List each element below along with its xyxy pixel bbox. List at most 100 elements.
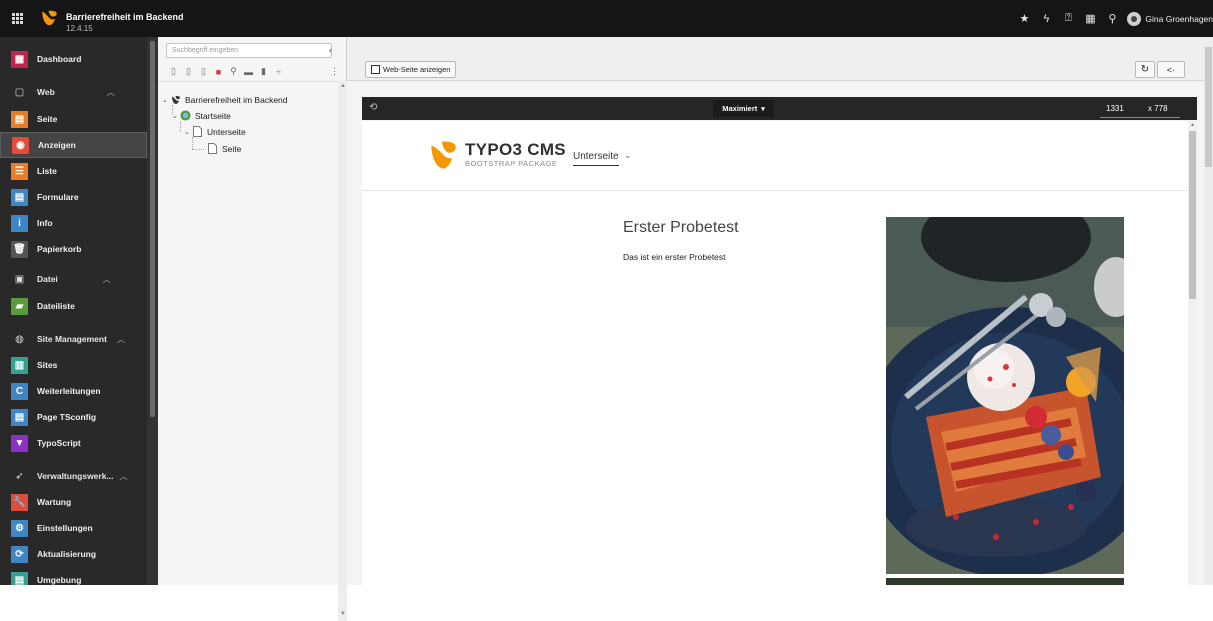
new-page-mount-icon[interactable]: ■: [211, 65, 226, 78]
group-datei[interactable]: ▣ Datei ︿: [0, 267, 147, 291]
page-paragraph: Das ist ein erster Probetest: [623, 252, 726, 262]
tree-connector: [180, 122, 181, 132]
module-label: TypoScript: [37, 438, 81, 448]
viewport-mode-dropdown[interactable]: Maximiert ▾: [713, 100, 774, 117]
group-web[interactable]: ▢ Web ︿: [0, 80, 147, 104]
site-nav-item[interactable]: Unterseite: [573, 151, 619, 166]
module-einstellungen[interactable]: ⚙ Einstellungen: [0, 515, 147, 541]
module-typoscript[interactable]: ▼ TypoScript: [0, 430, 147, 456]
tree-node-seite[interactable]: Seite: [207, 143, 241, 154]
chevron-down-icon[interactable]: ⌄: [172, 112, 180, 120]
new-page-special-icon[interactable]: ▯: [181, 65, 196, 78]
input-underline: [1100, 117, 1180, 118]
chevron-down-icon[interactable]: ⌄: [624, 150, 632, 161]
module-anzeigen[interactable]: ◉ Anzeigen: [0, 132, 147, 158]
user-menu[interactable]: Gina Groenhagen: [1127, 11, 1213, 26]
page-module-icon: ▤: [11, 110, 28, 128]
new-folder-icon[interactable]: ▬: [241, 65, 256, 78]
module-wartung[interactable]: 🔧 Wartung: [0, 489, 147, 515]
system-info-icon[interactable]: ▦: [1079, 0, 1101, 37]
module-label: Dashboard: [37, 54, 82, 64]
scroll-up-icon[interactable]: ▲: [1190, 122, 1195, 128]
module-menu-scrollbar[interactable]: [147, 37, 158, 585]
button-label: Web-Seite anzeigen: [383, 65, 451, 74]
share-button[interactable]: <·: [1157, 61, 1185, 78]
viewport-height-input[interactable]: x 778: [1148, 104, 1168, 113]
view-webpage-button[interactable]: Web-Seite anzeigen: [365, 61, 457, 78]
bookmark-star-icon[interactable]: ★: [1013, 0, 1035, 37]
module-menu-toggle[interactable]: [0, 0, 34, 37]
tree-node-label: Unterseite: [207, 126, 246, 137]
globe-icon: ◍: [15, 333, 24, 345]
tree-node-label: Barrierefreiheit im Backend: [185, 94, 288, 105]
preview-frame: TYPO3 CMS BOOTSTRAP PACKAGE Unterseite ⌄…: [362, 121, 1197, 585]
module-formulare[interactable]: ▤ Formulare: [0, 184, 147, 210]
typo3-logo[interactable]: [40, 9, 59, 27]
site-brand: TYPO3 CMS: [465, 140, 566, 159]
environment-icon: ▤: [11, 571, 28, 585]
group-label: Web: [37, 87, 55, 97]
module-dashboard[interactable]: ▦ Dashboard: [0, 46, 147, 72]
collapse-tree-icon[interactable]: ‹: [329, 45, 332, 55]
module-weiterleitungen[interactable]: C Weiterleitungen: [0, 378, 147, 404]
toolbar-right: ★ ϟ ⍰ ▦ ⚲ Gina Groenhagen: [1013, 0, 1213, 37]
redirect-icon: C: [11, 382, 28, 400]
module-papierkorb[interactable]: 🗑 Papierkorb: [0, 236, 147, 262]
sites-icon: ▥: [11, 356, 28, 374]
scrollbar-thumb[interactable]: [1205, 47, 1212, 167]
module-label: Einstellungen: [37, 523, 93, 533]
module-dateiliste[interactable]: ▰ Dateiliste: [0, 293, 147, 319]
share-icon: <·: [1166, 64, 1176, 75]
tree-node-root[interactable]: ⌄ Barrierefreiheit im Backend: [162, 94, 288, 105]
more-options-icon[interactable]: ⋮: [330, 66, 339, 77]
scroll-down-icon[interactable]: ▼: [340, 611, 346, 617]
scrollbar-thumb[interactable]: [150, 41, 155, 417]
module-liste[interactable]: ☰ Liste: [0, 158, 147, 184]
tree-node-startseite[interactable]: ⌄ Startseite: [172, 110, 231, 121]
group-verwaltungswerkzeuge[interactable]: ➶ Verwaltungswerk... ︿: [0, 464, 147, 488]
new-recycler-icon[interactable]: ▮: [256, 65, 271, 78]
group-site-management[interactable]: ◍ Site Management ︿: [0, 327, 147, 351]
module-menu: ▦ Dashboard ▢ Web ︿ ▤ Seite ◉ Anzeigen ☰…: [0, 37, 147, 585]
search-icon[interactable]: ⚲: [1101, 0, 1123, 37]
group-label: Datei: [37, 274, 58, 284]
module-page-tsconfig[interactable]: ▤ Page TSconfig: [0, 404, 147, 430]
chevron-up-icon: ︿: [119, 471, 128, 481]
chevron-down-icon[interactable]: ⌄: [184, 128, 192, 136]
site-header: TYPO3 CMS BOOTSTRAP PACKAGE Unterseite ⌄: [362, 121, 1188, 191]
page-icon: [207, 143, 218, 154]
scroll-up-icon[interactable]: ▲: [340, 83, 346, 89]
help-icon[interactable]: ⍰: [1057, 0, 1079, 37]
scrollbar-thumb[interactable]: [1189, 131, 1196, 299]
flash-icon[interactable]: ϟ: [1035, 0, 1057, 37]
module-umgebung[interactable]: ▤ Umgebung: [0, 567, 147, 585]
caret-down-icon: ▾: [761, 105, 765, 113]
content-area: Web-Seite anzeigen ↻ <· ⟲ Maximiert ▾ 13…: [347, 37, 1213, 585]
tree-node-unterseite[interactable]: ⌄ Unterseite: [184, 126, 246, 137]
new-page-shortcut-icon[interactable]: ▯: [196, 65, 211, 78]
tree-search-input[interactable]: Suchbegriff eingeben: [166, 43, 332, 58]
topbar: Barrierefreiheit im Backend 12.4.15 ★ ϟ …: [0, 0, 1213, 37]
reload-button[interactable]: ↻: [1135, 61, 1155, 78]
tree-scrollbar[interactable]: ▲ ▼: [338, 81, 347, 621]
group-label: Verwaltungswerk...: [37, 471, 114, 481]
site-name[interactable]: Barrierefreiheit im Backend: [66, 12, 184, 22]
chevron-down-icon[interactable]: ⌄: [162, 96, 170, 104]
new-divider-icon[interactable]: ÷: [271, 65, 286, 78]
new-link-icon[interactable]: ⚲: [226, 65, 241, 78]
page-icon: [192, 126, 203, 137]
preview-scrollbar[interactable]: ▲: [1188, 121, 1197, 585]
module-aktualisierung[interactable]: ⟳ Aktualisierung: [0, 541, 147, 567]
content-scrollbar[interactable]: [1204, 37, 1213, 585]
new-page-icon[interactable]: ▯: [166, 65, 181, 78]
refresh-icon[interactable]: ⟲: [369, 102, 377, 113]
module-info[interactable]: i Info: [0, 210, 147, 236]
chevron-up-icon: ︿: [106, 87, 115, 97]
module-sites[interactable]: ▥ Sites: [0, 352, 147, 378]
typo3-logo[interactable]: [430, 140, 457, 170]
viewport-width-input[interactable]: 1331: [1106, 104, 1124, 113]
doc-header: Web-Seite anzeigen ↻ <·: [347, 37, 1213, 81]
module-label: Info: [37, 218, 53, 228]
module-seite[interactable]: ▤ Seite: [0, 106, 147, 132]
chevron-up-icon: ︿: [102, 274, 111, 284]
